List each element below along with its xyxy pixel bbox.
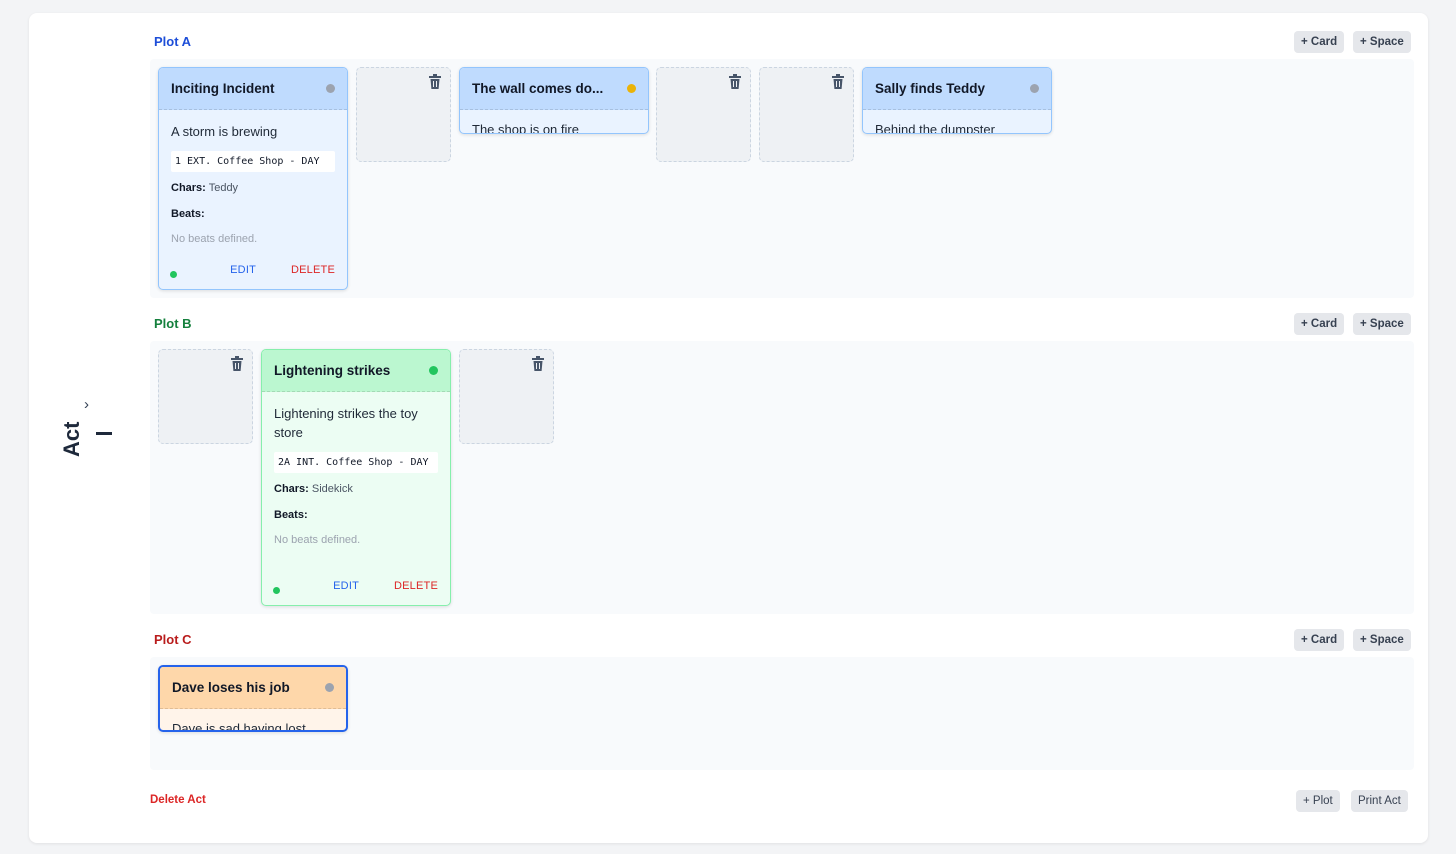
plot-b-title: Plot B	[154, 316, 192, 331]
plot-c-add-space-button[interactable]: + Space	[1353, 629, 1411, 651]
status-dot-icon[interactable]	[326, 84, 335, 93]
status-dot-icon[interactable]	[325, 683, 334, 692]
edit-button[interactable]: EDIT	[333, 580, 359, 592]
empty-space[interactable]	[356, 67, 451, 162]
status-dot-icon[interactable]	[627, 84, 636, 93]
status-indicator-icon	[273, 587, 280, 594]
card-description: The shop is on fire	[472, 122, 579, 134]
beats-label: Beats:	[274, 509, 308, 521]
trash-icon[interactable]	[728, 74, 742, 90]
beats-empty: No beats defined.	[171, 233, 258, 245]
card-body: A storm is brewing 1 EXT. Coffee Shop - …	[159, 110, 347, 245]
card-footer: EDIT DELETE	[159, 259, 347, 289]
card-header[interactable]: Dave loses his job	[160, 667, 346, 709]
edit-button[interactable]: EDIT	[230, 264, 256, 276]
delete-button[interactable]: DELETE	[291, 264, 335, 276]
print-act-button[interactable]: Print Act	[1351, 790, 1408, 812]
card-body: Dave is sad having lost	[160, 709, 346, 732]
chars-label: Chars:	[171, 182, 206, 194]
chars-value: Teddy	[208, 182, 239, 194]
card-characters: Chars: Sidekick	[274, 483, 438, 495]
plot-b-add-space-button[interactable]: + Space	[1353, 313, 1411, 335]
card-title: Lightening strikes	[274, 363, 391, 378]
chars-label: Chars:	[274, 483, 309, 495]
card-body: Lightening strikes the toy store 2A INT.…	[262, 392, 450, 546]
card-title: Dave loses his job	[172, 680, 290, 695]
card-body: Behind the dumpster	[863, 110, 1051, 134]
trash-icon[interactable]	[531, 356, 545, 372]
card-header[interactable]: The wall comes do...	[460, 68, 648, 110]
card-header[interactable]: Inciting Incident	[159, 68, 347, 110]
scene-card[interactable]: Dave loses his job Dave is sad having lo…	[158, 665, 348, 732]
status-dot-icon[interactable]	[1030, 84, 1039, 93]
trash-icon[interactable]	[831, 74, 845, 90]
scene-card[interactable]: Lightening strikes Lightening strikes th…	[261, 349, 451, 606]
empty-space[interactable]	[158, 349, 253, 444]
card-characters: Chars: Teddy	[171, 182, 335, 194]
status-indicator-icon	[170, 271, 177, 278]
chars-value: Sidekick	[311, 483, 353, 495]
act-label: Act	[59, 421, 84, 457]
plot-a-add-card-button[interactable]: + Card	[1294, 31, 1345, 53]
beats-label: Beats:	[171, 208, 205, 220]
plot-a-title: Plot A	[154, 34, 192, 49]
card-description: Lightening strikes the toy store	[274, 406, 418, 440]
beats-empty: No beats defined.	[274, 534, 361, 546]
chevron-right-icon[interactable]: ›	[84, 397, 96, 412]
card-title: The wall comes do...	[472, 81, 604, 96]
empty-space[interactable]	[656, 67, 751, 162]
act-number	[96, 428, 112, 442]
scene-slug: 1 EXT. Coffee Shop - DAY	[171, 151, 335, 172]
card-footer: EDIT DELETE	[262, 575, 450, 605]
card-title: Inciting Incident	[171, 81, 275, 96]
plot-c-add-card-button[interactable]: + Card	[1294, 629, 1345, 651]
plot-a-add-space-button[interactable]: + Space	[1353, 31, 1411, 53]
card-description: Dave is sad having lost	[172, 721, 306, 732]
plot-b-add-card-button[interactable]: + Card	[1294, 313, 1345, 335]
card-description: Behind the dumpster	[875, 122, 995, 134]
trash-icon[interactable]	[428, 74, 442, 90]
scene-card[interactable]: Sally finds Teddy Behind the dumpster	[862, 67, 1052, 134]
card-description: A storm is brewing	[171, 124, 278, 139]
empty-space[interactable]	[459, 349, 554, 444]
add-plot-button[interactable]: + Plot	[1296, 790, 1340, 812]
scene-card[interactable]: The wall comes do... The shop is on fire	[459, 67, 649, 134]
status-dot-icon[interactable]	[429, 366, 438, 375]
scene-card[interactable]: Inciting Incident A storm is brewing 1 E…	[158, 67, 348, 290]
plot-c-title: Plot C	[154, 632, 192, 647]
delete-act-button[interactable]: Delete Act	[150, 794, 206, 806]
scene-slug: 2A INT. Coffee Shop - DAY	[274, 452, 438, 473]
card-header[interactable]: Sally finds Teddy	[863, 68, 1051, 110]
empty-space[interactable]	[759, 67, 854, 162]
card-header[interactable]: Lightening strikes	[262, 350, 450, 392]
delete-button[interactable]: DELETE	[394, 580, 438, 592]
trash-icon[interactable]	[230, 356, 244, 372]
card-title: Sally finds Teddy	[875, 81, 986, 96]
card-body: The shop is on fire	[460, 110, 648, 134]
